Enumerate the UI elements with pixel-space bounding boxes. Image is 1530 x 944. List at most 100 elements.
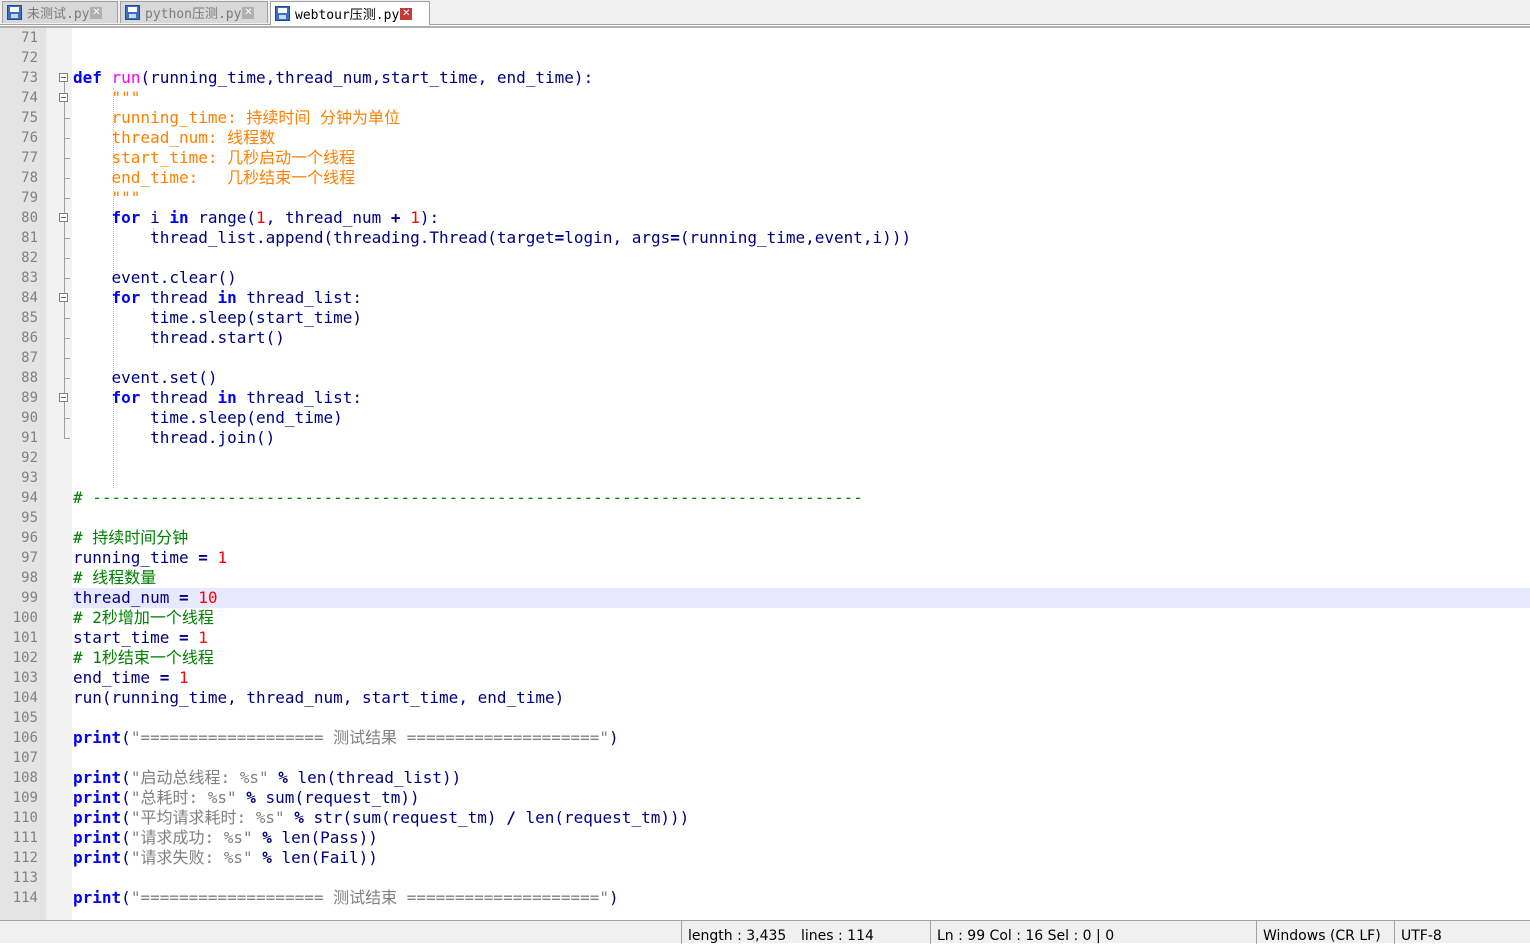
code-line[interactable]: 82: [0, 248, 1530, 268]
fold-toggle-icon[interactable]: [59, 293, 68, 302]
fold-toggle-icon[interactable]: [59, 213, 68, 222]
code-line[interactable]: 93: [0, 468, 1530, 488]
code-text: """: [73, 88, 141, 108]
line-number: 90: [21, 410, 38, 426]
line-number: 76: [21, 130, 38, 146]
code-editor[interactable]: 71 72 73 def run(running_time,thread_num,st…: [0, 26, 1530, 920]
code-text: start_time = 1: [73, 628, 208, 648]
line-number: 75: [21, 110, 38, 126]
code-line[interactable]: 106 print("=================== 测试结果 =====…: [0, 728, 1530, 748]
code-line[interactable]: 111 print("请求成功: %s" % len(Pass)): [0, 828, 1530, 848]
line-number: 101: [12, 630, 38, 646]
code-line[interactable]: 102 # 1秒结束一个线程: [0, 648, 1530, 668]
code-line[interactable]: 100 # 2秒增加一个线程: [0, 608, 1530, 628]
code-line[interactable]: 104 run(running_time, thread_num, start_t…: [0, 688, 1530, 708]
code-line[interactable]: 109 print("总耗时: %s" % sum(request_tm)): [0, 788, 1530, 808]
fold-toggle-icon[interactable]: [59, 73, 68, 82]
fold-toggle-icon[interactable]: [59, 393, 68, 402]
code-line[interactable]: 86 thread.start(): [0, 328, 1530, 348]
code-line[interactable]: 71: [0, 28, 1530, 48]
code-text: print("平均请求耗时: %s" % str(sum(request_tm)…: [73, 808, 689, 828]
code-text: event.clear(): [73, 268, 237, 288]
code-line[interactable]: 94 # ------------------------------------…: [0, 488, 1530, 508]
code-line[interactable]: 78 end_time: 几秒结束一个线程: [0, 168, 1530, 188]
code-token: len(request_tm))): [515, 808, 690, 827]
code-line[interactable]: 110 print("平均请求耗时: %s" % str(sum(request_…: [0, 808, 1530, 828]
status-encoding[interactable]: UTF-8: [1394, 921, 1530, 944]
code-text: def run(running_time,thread_num,start_ti…: [73, 68, 593, 88]
code-line[interactable]: 87: [0, 348, 1530, 368]
code-token: "请求失败: %s": [130, 848, 253, 867]
code-line[interactable]: 89 for thread in thread_list:: [0, 388, 1530, 408]
line-number: 112: [12, 850, 38, 866]
code-token: print: [73, 888, 122, 907]
code-line[interactable]: 113: [0, 868, 1530, 888]
code-text: """: [73, 188, 141, 208]
code-line[interactable]: 107: [0, 748, 1530, 768]
code-line[interactable]: 105: [0, 708, 1530, 728]
close-x-icon[interactable]: ✕: [400, 7, 413, 20]
code-text: running_time: 持续时间 分钟为单位: [73, 108, 401, 128]
code-token: print: [73, 828, 122, 847]
code-line[interactable]: 97 running_time = 1: [0, 548, 1530, 568]
tab-python-stress[interactable]: python压测.py ✕: [120, 1, 268, 23]
code-line[interactable]: 92: [0, 448, 1530, 468]
status-eol[interactable]: Windows (CR LF): [1256, 921, 1394, 944]
code-token: "总耗时: %s": [130, 788, 237, 807]
close-x-icon[interactable]: ✕: [90, 6, 103, 19]
tab-webtour-stress[interactable]: webtour压测.py ✕: [270, 1, 430, 25]
code-token: start_time: 几秒启动一个线程: [73, 148, 356, 167]
code-token: =: [159, 668, 170, 687]
code-line[interactable]: 114 print("=================== 测试结束 =====…: [0, 888, 1530, 908]
fold-toggle-icon[interactable]: [59, 93, 68, 102]
code-line[interactable]: 91 thread.join(): [0, 428, 1530, 448]
code-line[interactable]: 99 thread_num = 10: [0, 588, 1530, 608]
code-line[interactable]: 72: [0, 48, 1530, 68]
code-text: thread_num: 线程数: [73, 128, 276, 148]
code-line[interactable]: 84 for thread in thread_list:: [0, 288, 1530, 308]
code-text: for thread in thread_list:: [73, 388, 362, 408]
status-lines-text: lines : 114: [801, 928, 874, 944]
code-token: # --------------------------------------…: [73, 488, 863, 507]
close-x-icon[interactable]: ✕: [242, 6, 255, 19]
code-token: print: [73, 848, 122, 867]
code-line[interactable]: 76 thread_num: 线程数: [0, 128, 1530, 148]
code-line[interactable]: 95: [0, 508, 1530, 528]
status-lines: lines : 114: [795, 921, 929, 944]
code-text: thread_list.append(threading.Thread(targ…: [73, 228, 911, 248]
code-line[interactable]: 90 time.sleep(end_time): [0, 408, 1530, 428]
code-line[interactable]: 80 for i in range(1, thread_num + 1):: [0, 208, 1530, 228]
code-line[interactable]: 108 print("启动总线程: %s" % len(thread_list)): [0, 768, 1530, 788]
code-text: thread.join(): [73, 428, 275, 448]
code-line[interactable]: 75 running_time: 持续时间 分钟为单位: [0, 108, 1530, 128]
code-line[interactable]: 96 # 持续时间分钟: [0, 528, 1530, 548]
line-number: 107: [12, 750, 38, 766]
code-line[interactable]: 101 start_time = 1: [0, 628, 1530, 648]
code-token: thread_list.append(threading.Thread(targ…: [73, 228, 555, 247]
code-token: ): [609, 728, 619, 747]
fold-line-tick: [64, 278, 70, 279]
line-number: 103: [12, 670, 38, 686]
code-line[interactable]: 74 """: [0, 88, 1530, 108]
fold-line-tick: [64, 238, 70, 239]
fold-line-tick: [64, 378, 70, 379]
code-token: print: [73, 808, 122, 827]
code-line[interactable]: 103 end_time = 1: [0, 668, 1530, 688]
code-line[interactable]: 85 time.sleep(start_time): [0, 308, 1530, 328]
code-line[interactable]: 79 """: [0, 188, 1530, 208]
code-line[interactable]: 77 start_time: 几秒启动一个线程: [0, 148, 1530, 168]
code-line[interactable]: 88 event.set(): [0, 368, 1530, 388]
code-line[interactable]: 81 thread_list.append(threading.Thread(t…: [0, 228, 1530, 248]
code-line[interactable]: 83 event.clear(): [0, 268, 1530, 288]
code-text: end_time = 1: [73, 668, 189, 688]
code-line[interactable]: 112 print("请求失败: %s" % len(Fail)): [0, 848, 1530, 868]
tab-untested[interactable]: 未测试.py ✕: [2, 1, 118, 23]
code-line[interactable]: 98 # 线程数量: [0, 568, 1530, 588]
fold-line-tick: [64, 198, 70, 199]
line-number: 80: [21, 210, 38, 226]
code-token: login, args: [564, 228, 671, 247]
code-line[interactable]: 73 def run(running_time,thread_num,start_…: [0, 68, 1530, 88]
